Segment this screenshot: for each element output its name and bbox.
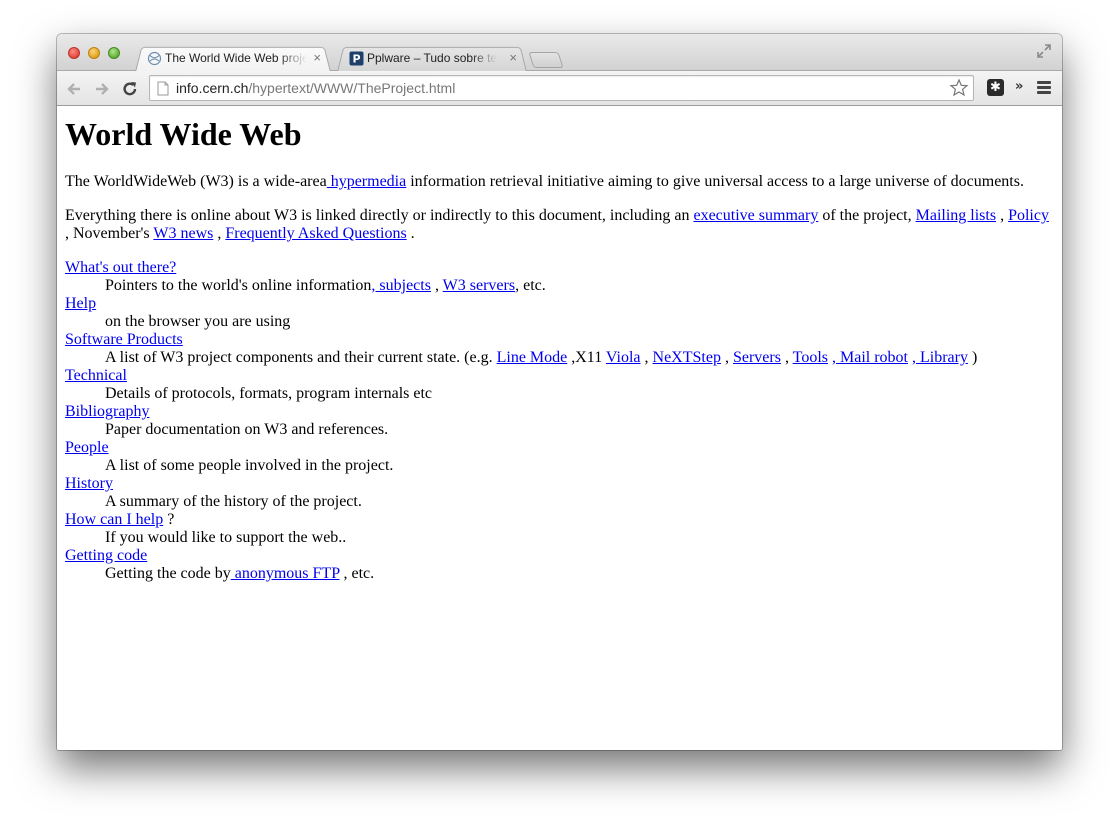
link-tools[interactable]: Tools xyxy=(793,349,828,366)
description-text: ) xyxy=(967,349,978,366)
description-text: , xyxy=(430,277,443,294)
page-icon xyxy=(157,81,169,96)
intro-text: information retrieval initiative aiming … xyxy=(406,173,1024,190)
address-bar[interactable]: info.cern.ch/hypertext/WWW/TheProject.ht… xyxy=(149,75,974,101)
summary-text: , November's xyxy=(65,225,154,242)
link-mail-robot[interactable]: , Mail robot xyxy=(832,349,908,366)
link-bibliography[interactable]: Bibliography xyxy=(65,403,149,420)
url-host: info.cern.ch xyxy=(176,80,249,96)
list-description: A list of W3 project components and thei… xyxy=(105,349,1055,367)
link-library[interactable]: , Library xyxy=(912,349,968,366)
list-term: Technical xyxy=(65,367,1055,385)
list-term: What's out there? xyxy=(65,259,1055,277)
summary-paragraph: Everything there is online about W3 is l… xyxy=(65,207,1055,243)
description-text: A list of W3 project components and thei… xyxy=(105,349,497,366)
intro-paragraph: The WorldWideWeb (W3) is a wide-area hyp… xyxy=(65,173,1055,191)
back-arrow-icon[interactable] xyxy=(64,79,84,99)
link-history[interactable]: History xyxy=(65,475,113,492)
link-software-products[interactable]: Software Products xyxy=(65,331,183,348)
link-subjects[interactable]: , subjects xyxy=(371,277,431,294)
link-how-can-i-help[interactable]: How can I help xyxy=(65,511,163,528)
tab-pplware[interactable]: P Pplware – Tudo sobre tecnologia × xyxy=(337,45,527,72)
list-description: A summary of the history of the project. xyxy=(105,493,362,510)
link-faq[interactable]: Frequently Asked Questions xyxy=(225,225,406,242)
url-path: /hypertext/WWW/TheProject.html xyxy=(248,80,456,96)
list-description: If you would like to support the web.. xyxy=(105,529,347,546)
list-description: A list of some people involved in the pr… xyxy=(105,457,394,474)
description-text: Getting the code by xyxy=(105,565,231,582)
description-text: , etc. xyxy=(339,565,375,582)
description-text: ,X11 xyxy=(567,349,606,366)
list-description: on the browser you are using xyxy=(105,313,291,330)
tab-close-icon[interactable]: × xyxy=(313,50,321,65)
link-whats-out-there[interactable]: What's out there? xyxy=(65,259,176,276)
link-help[interactable]: Help xyxy=(65,295,96,312)
summary-text: of the project, xyxy=(818,207,916,224)
pplware-favicon-icon: P xyxy=(349,51,364,66)
list-term: Software Products xyxy=(65,331,1055,349)
svg-text:P: P xyxy=(352,53,360,66)
link-servers[interactable]: Servers xyxy=(733,349,781,366)
topic-list: What's out there? Pointers to the world'… xyxy=(65,259,1055,583)
summary-text: , xyxy=(996,207,1009,224)
tab-title: Pplware – Tudo sobre tecnologia xyxy=(367,51,497,65)
link-line-mode[interactable]: Line Mode xyxy=(497,349,568,366)
intro-text: The WorldWideWeb (W3) is a wide-area xyxy=(65,173,327,190)
list-description: Getting the code by anonymous FTP , etc. xyxy=(105,565,1055,583)
fullscreen-icon[interactable] xyxy=(1036,43,1052,59)
list-description: Pointers to the world's online informati… xyxy=(105,277,1055,295)
link-getting-code[interactable]: Getting code xyxy=(65,547,147,564)
tab-title: The World Wide Web project xyxy=(165,51,307,65)
link-mailing-lists[interactable]: Mailing lists xyxy=(916,207,996,224)
link-people[interactable]: People xyxy=(65,439,109,456)
browser-window: The World Wide Web project × P Pplware –… xyxy=(57,34,1062,750)
tab-world-wide-web[interactable]: The World Wide Web project × xyxy=(135,45,331,72)
description-text: , xyxy=(640,349,653,366)
description-text: Pointers to the world's online informati… xyxy=(105,277,372,294)
link-executive-summary[interactable]: executive summary xyxy=(693,207,818,224)
page-title: World Wide Web xyxy=(65,116,302,152)
forward-arrow-icon[interactable] xyxy=(92,79,112,99)
summary-text: . xyxy=(406,225,415,242)
list-term: Bibliography xyxy=(65,403,1055,421)
link-viola[interactable]: Viola xyxy=(606,349,641,366)
menu-icon[interactable] xyxy=(1037,81,1051,95)
list-term: People xyxy=(65,439,1055,457)
tab-strip: The World Wide Web project × P Pplware –… xyxy=(57,34,1062,72)
list-description: Details of protocols, formats, program i… xyxy=(105,385,433,402)
link-w3-servers[interactable]: W3 servers xyxy=(443,277,515,294)
tab-close-icon[interactable]: × xyxy=(509,50,517,65)
link-w3-news[interactable]: W3 news xyxy=(153,225,213,242)
reload-icon[interactable] xyxy=(120,79,140,99)
summary-text: , xyxy=(213,225,226,242)
bookmark-star-icon[interactable] xyxy=(949,78,969,98)
list-term: Help xyxy=(65,295,1055,313)
list-term: History xyxy=(65,475,1055,493)
window-close-button[interactable] xyxy=(68,47,80,59)
extension-icon[interactable]: ✱ xyxy=(987,79,1004,96)
new-tab-button[interactable] xyxy=(528,52,564,68)
globe-favicon-icon xyxy=(147,51,162,66)
extensions-overflow-icon[interactable]: » xyxy=(1015,79,1023,94)
page-content: World Wide Web The WorldWideWeb (W3) is … xyxy=(57,107,1062,750)
link-anonymous-ftp[interactable]: anonymous FTP xyxy=(231,565,340,582)
link-technical[interactable]: Technical xyxy=(65,367,127,384)
list-term: How can I help ? xyxy=(65,511,1055,529)
window-minimize-button[interactable] xyxy=(88,47,100,59)
summary-text: Everything there is online about W3 is l… xyxy=(65,207,694,224)
list-term: Getting code xyxy=(65,547,1055,565)
link-hypermedia[interactable]: hypermedia xyxy=(327,173,407,190)
window-maximize-button[interactable] xyxy=(108,47,120,59)
term-suffix: ? xyxy=(163,511,175,528)
toolbar: info.cern.ch/hypertext/WWW/TheProject.ht… xyxy=(57,71,1062,106)
description-text: , xyxy=(780,349,793,366)
list-description: Paper documentation on W3 and references… xyxy=(105,421,389,438)
link-policy[interactable]: Policy xyxy=(1008,207,1049,224)
link-nextstep[interactable]: NeXTStep xyxy=(653,349,721,366)
url-text: info.cern.ch/hypertext/WWW/TheProject.ht… xyxy=(176,80,455,96)
description-text: , etc. xyxy=(515,277,546,294)
description-text: , xyxy=(720,349,733,366)
